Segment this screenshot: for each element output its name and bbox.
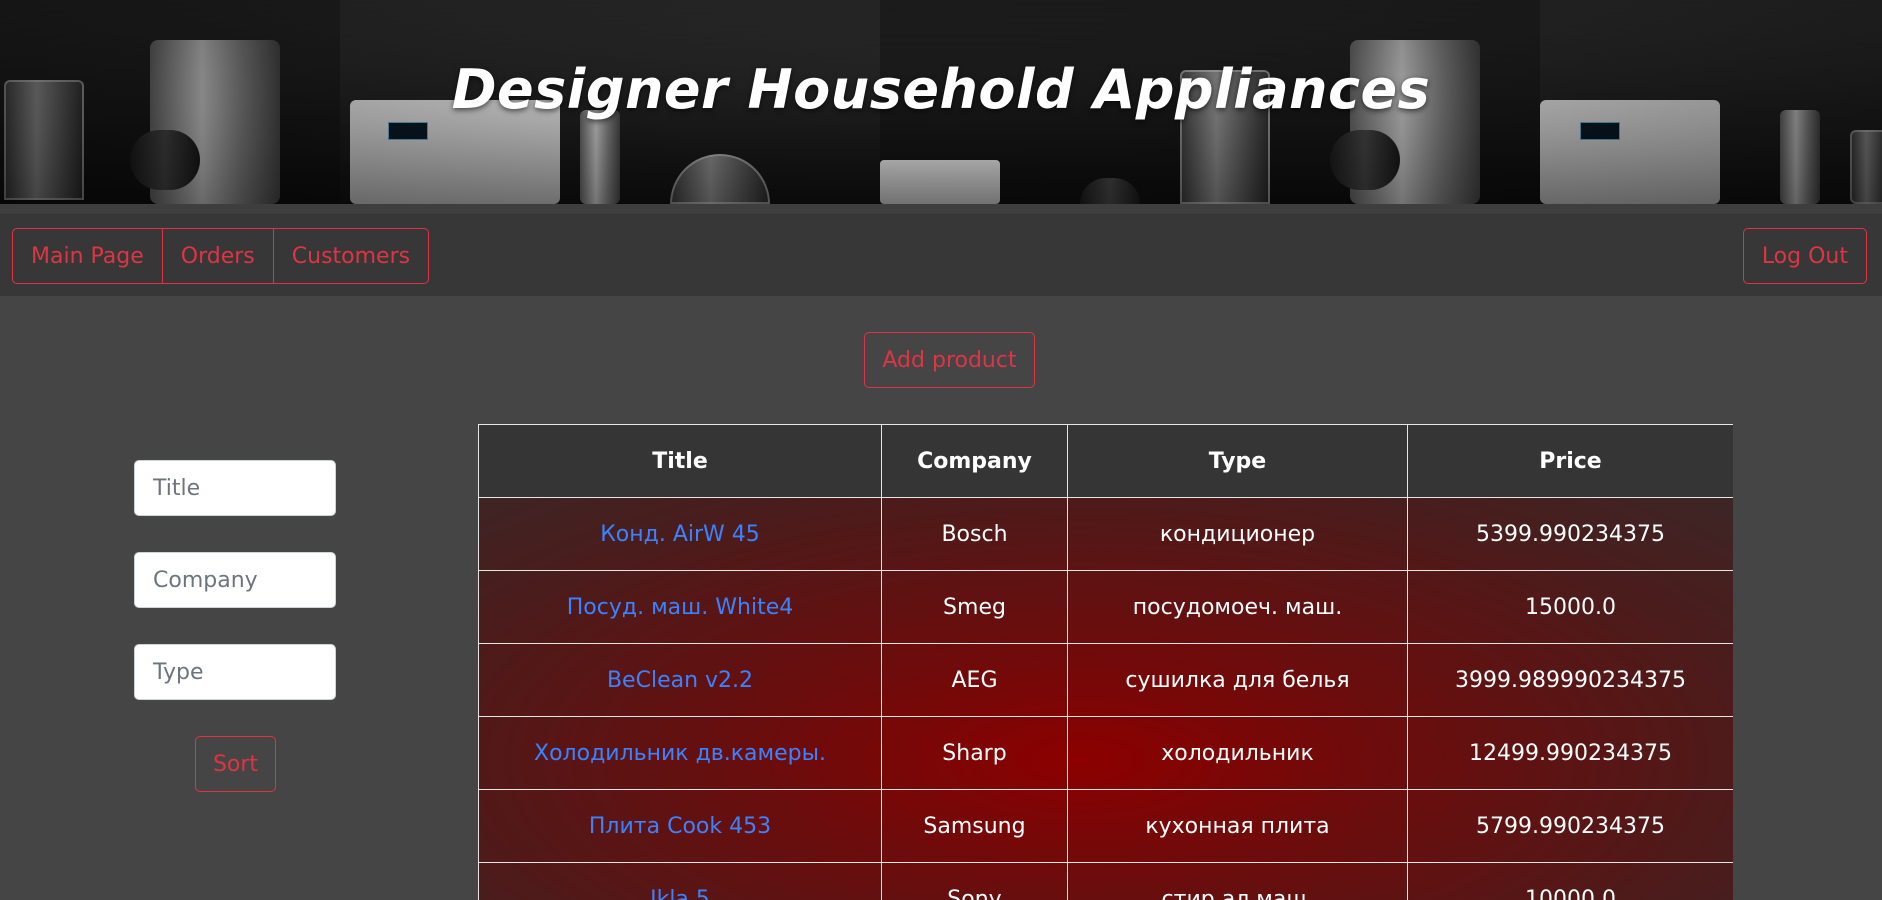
navbar: Main Page Orders Customers Log Out	[0, 214, 1882, 296]
logout-button[interactable]: Log Out	[1742, 228, 1867, 284]
sort-button[interactable]: Sort	[195, 736, 276, 792]
product-type: стир.ал.маш.	[1067, 862, 1408, 900]
table-row: Посуд. маш. White4 Smeg посудомоеч. маш.…	[478, 570, 1733, 644]
product-title-link[interactable]: Холодильник дв.камеры.	[478, 716, 882, 790]
site-title: Designer Household Appliances	[451, 58, 1431, 121]
product-type: сушилка для белья	[1067, 643, 1408, 717]
nav-button-group: Main Page Orders Customers	[12, 228, 430, 284]
table-row: BeClean v2.2 AEG сушилка для белья 3999.…	[478, 643, 1733, 717]
product-price: 12499.990234375	[1407, 716, 1733, 790]
product-company: Smeg	[881, 570, 1068, 644]
product-company: Sharp	[881, 716, 1068, 790]
product-company: Sony	[881, 862, 1068, 900]
product-type: посудомоеч. маш.	[1067, 570, 1408, 644]
column-header-type[interactable]: Type	[1067, 424, 1408, 498]
type-filter-input[interactable]	[134, 644, 336, 700]
product-type: холодильник	[1067, 716, 1408, 790]
column-header-title[interactable]: Title	[478, 424, 882, 498]
company-filter-input[interactable]	[134, 552, 336, 608]
product-title-link[interactable]: Посуд. маш. White4	[478, 570, 882, 644]
product-type: кондиционер	[1067, 497, 1408, 571]
table-row: Ikla 5 Sony стир.ал.маш. 10000.0	[478, 862, 1733, 900]
product-company: Samsung	[881, 789, 1068, 863]
product-title-link[interactable]: BeClean v2.2	[478, 643, 882, 717]
product-price: 3999.989990234375	[1407, 643, 1733, 717]
nav-orders-button[interactable]: Orders	[162, 228, 274, 284]
product-company: AEG	[881, 643, 1068, 717]
product-company: Bosch	[881, 497, 1068, 571]
products-table: Title Company Type Price Конд. AirW 45 B…	[478, 424, 1733, 900]
product-price: 15000.0	[1407, 570, 1733, 644]
nav-customers-button[interactable]: Customers	[273, 228, 430, 284]
product-title-link[interactable]: Ikla 5	[478, 862, 882, 900]
table-row: Холодильник дв.камеры. Sharp холодильник…	[478, 716, 1733, 790]
banner-divider	[0, 204, 1882, 214]
product-price: 10000.0	[1407, 862, 1733, 900]
column-header-company[interactable]: Company	[881, 424, 1068, 498]
table-row: Конд. AirW 45 Bosch кондиционер 5399.990…	[478, 497, 1733, 571]
column-header-price[interactable]: Price	[1407, 424, 1733, 498]
product-price: 5799.990234375	[1407, 789, 1733, 863]
add-product-button[interactable]: Add product	[864, 332, 1035, 388]
nav-main-page-button[interactable]: Main Page	[12, 228, 163, 284]
product-price: 5399.990234375	[1407, 497, 1733, 571]
header-banner: Designer Household Appliances	[0, 0, 1882, 204]
title-filter-input[interactable]	[134, 460, 336, 516]
products-table-body: Конд. AirW 45 Bosch кондиционер 5399.990…	[478, 497, 1733, 900]
product-title-link[interactable]: Плита Cook 453	[478, 789, 882, 863]
table-row: Плита Cook 453 Samsung кухонная плита 57…	[478, 789, 1733, 863]
table-header-row: Title Company Type Price	[478, 424, 1733, 498]
products-table-container: Title Company Type Price Конд. AirW 45 B…	[478, 424, 1733, 900]
product-type: кухонная плита	[1067, 789, 1408, 863]
product-title-link[interactable]: Конд. AirW 45	[478, 497, 882, 571]
